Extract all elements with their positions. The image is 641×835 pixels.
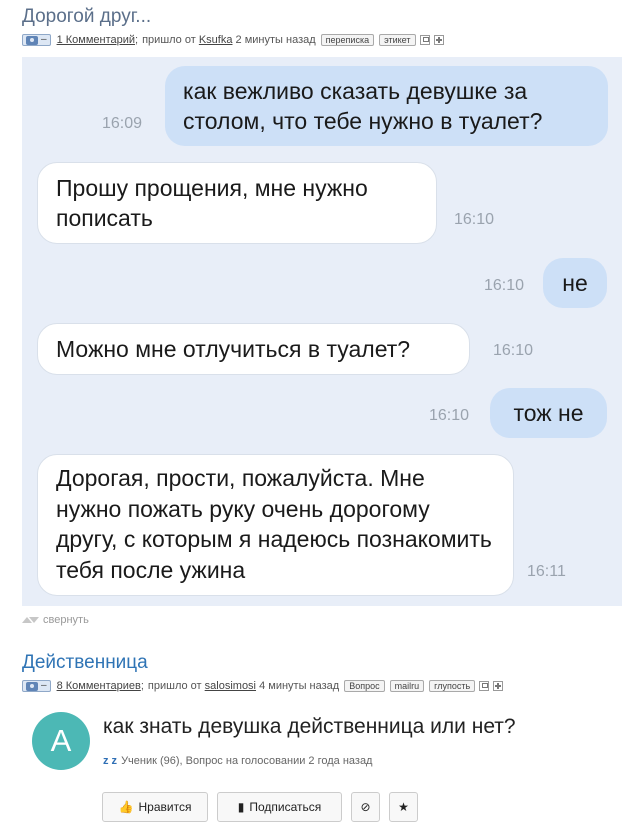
- block-icon: ⊘: [360, 800, 371, 814]
- collapse-link[interactable]: свернуть: [22, 614, 89, 626]
- author-link[interactable]: Ksufka: [199, 34, 233, 46]
- comments-link[interactable]: 1 Комментарий: [57, 34, 135, 46]
- message-time: 16:10: [493, 342, 534, 359]
- message-bubble-incoming: Прошу прощения, мне нужно пописать: [37, 162, 437, 244]
- message-time: 16:09: [102, 115, 143, 132]
- arrived-label: пришло от: [147, 680, 202, 692]
- message-time: 16:11: [527, 563, 566, 580]
- block-button: ⊘: [351, 792, 380, 822]
- thumbs-up-icon: 👍: [118, 800, 134, 814]
- question-user: z z: [103, 755, 118, 767]
- message-time: 16:10: [429, 407, 470, 424]
- time-ago: 4 минуты назад: [259, 680, 340, 692]
- tag-chip[interactable]: глупость: [429, 680, 476, 692]
- message-bubble-outgoing: не: [543, 258, 607, 308]
- plus-icon[interactable]: [433, 35, 444, 45]
- tag-chip[interactable]: этикет: [379, 34, 416, 46]
- chat-screenshot: как вежливо сказать девушке за столом, ч…: [22, 57, 622, 606]
- message-bubble-incoming: Дорогая, прости, пожалуйста. Мне нужно п…: [37, 454, 514, 596]
- plus-icon[interactable]: [493, 681, 504, 691]
- tag-chip[interactable]: mailru: [389, 680, 425, 692]
- time-ago: 2 минуты назад: [235, 34, 316, 46]
- collapse-arrows-icon: [22, 614, 39, 626]
- star-button: ★: [389, 792, 418, 822]
- subscribe-button: ▮ Подписаться: [217, 792, 342, 822]
- message-bubble-outgoing: тож не: [490, 388, 607, 438]
- camera-icon: [26, 35, 38, 45]
- question-title: как знать девушка действенница или нет?: [103, 715, 516, 738]
- camera-button[interactable]: –: [22, 34, 51, 46]
- meta-separator: ;: [135, 34, 139, 46]
- arrived-label: пришло от: [142, 34, 196, 46]
- camera-button[interactable]: –: [22, 680, 51, 692]
- camera-icon: [26, 681, 38, 691]
- like-button: 👍 Нравится: [102, 792, 208, 822]
- question-meta-text: Ученик (96), Вопрос на голосовании 2 год…: [121, 755, 373, 767]
- message-time: 16:10: [454, 211, 495, 228]
- meta-separator: ;: [140, 680, 144, 692]
- post-title[interactable]: Действенница: [22, 652, 148, 674]
- comments-link[interactable]: 8 Комментариев: [57, 680, 141, 692]
- avatar: A: [32, 712, 90, 770]
- save-icon[interactable]: [419, 35, 430, 45]
- star-icon: ★: [398, 800, 409, 814]
- message-time: 16:10: [484, 277, 525, 294]
- question-meta: z z Ученик (96), Вопрос на голосовании 2 …: [103, 755, 372, 767]
- post-title[interactable]: Дорогой друг...: [22, 6, 151, 28]
- collapse-label: свернуть: [43, 614, 89, 626]
- question-actions: 👍 Нравится ▮ Подписаться ⊘ ★: [102, 792, 418, 822]
- tag-chip[interactable]: переписка: [320, 34, 375, 46]
- message-bubble-incoming: Можно мне отлучиться в туалет?: [37, 323, 470, 375]
- bookmark-icon: ▮: [237, 800, 245, 814]
- post-meta: – 1 Комментарий ; пришло от Ksufka 2 мин…: [22, 33, 444, 47]
- post-meta: – 8 Комментариев ; пришло от salosimosi …: [22, 679, 504, 693]
- author-link[interactable]: salosimosi: [205, 680, 256, 692]
- tag-chip[interactable]: Вопрос: [344, 680, 385, 692]
- save-icon[interactable]: [479, 681, 490, 691]
- message-bubble-outgoing: как вежливо сказать девушке за столом, ч…: [165, 66, 608, 146]
